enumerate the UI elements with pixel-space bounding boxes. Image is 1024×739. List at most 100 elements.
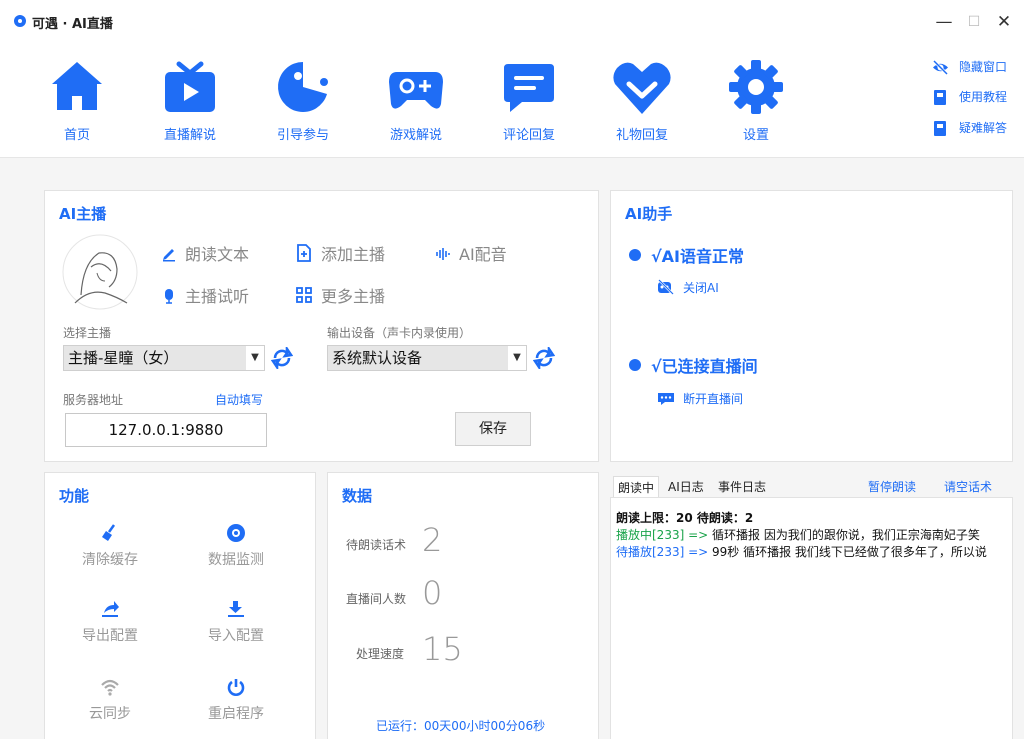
viewers-value: 0 [422, 574, 443, 612]
nav-home-label: 首页 [63, 128, 90, 143]
log-playing-text: 循环播报 因为我们的跟你说，我们正宗海南妃子笑 [712, 528, 980, 542]
robot-off-icon [658, 279, 674, 295]
nav-live-commentary-label: 直播解说 [163, 128, 216, 143]
maximize-button[interactable]: ☐ [962, 10, 986, 34]
nav-settings[interactable]: 设置 [711, 56, 801, 143]
comment-icon [504, 64, 554, 112]
ai-dub-label: AI配音 [459, 245, 507, 264]
title-bar: 可遇 · AI直播 — ☐ ✕ [0, 0, 1024, 44]
log-summary: 朗读上限：20 待朗读：2 [616, 511, 754, 525]
nav-gift-reply-label: 礼物回复 [615, 128, 668, 143]
output-device-value: 系统默认设备 [332, 349, 423, 367]
export-config-label: 导出配置 [82, 628, 138, 644]
refresh-device-icon[interactable] [533, 347, 555, 369]
home-icon [52, 62, 102, 110]
output-device-select[interactable]: 系统默认设备 ▼ [327, 345, 527, 371]
clear-cache-button[interactable]: 清除缓存 [65, 523, 155, 569]
nav-game-commentary[interactable]: 游戏解说 [371, 56, 461, 143]
restart-label: 重启程序 [208, 706, 264, 722]
nav-home[interactable]: 首页 [32, 56, 122, 143]
chevron-down-icon: ▼ [508, 346, 526, 370]
save-button[interactable]: 保存 [455, 412, 531, 446]
grid-icon [296, 287, 312, 303]
voice-status-dot [629, 249, 641, 261]
ai-assistant-panel: AI助手 √AI语音正常 关闭AI √已连接直播间 断开直播间 [610, 190, 1013, 462]
close-button[interactable]: ✕ [992, 10, 1016, 34]
pending-scripts-label: 待朗读话术 [346, 538, 407, 552]
preview-anchor-button[interactable]: 主播试听 [161, 283, 249, 307]
nav-gift-reply[interactable]: 礼物回复 [597, 56, 687, 143]
import-config-button[interactable]: 导入配置 [191, 599, 281, 645]
tutorial-label: 使用教程 [959, 90, 1008, 104]
cloud-sync-label: 云同步 [89, 706, 131, 722]
clear-cache-label: 清除缓存 [82, 552, 138, 568]
pencil-icon [163, 249, 175, 262]
log-pending-text: 99秒 循环播报 我们线下已经做了很多年了，所以说 [712, 545, 987, 559]
tutorial-link[interactable]: 使用教程 [932, 88, 1007, 106]
data-monitor-button[interactable]: 数据监测 [191, 523, 281, 569]
wifi-icon [101, 679, 119, 696]
close-ai-label: 关闭AI [683, 281, 719, 295]
eye-icon [227, 524, 245, 542]
tab-event-log[interactable]: 事件日志 [714, 476, 770, 498]
ai-dub-button[interactable]: AI配音 [435, 241, 507, 265]
voice-status-text: √AI语音正常 [651, 247, 745, 266]
add-anchor-label: 添加主播 [321, 245, 386, 264]
ai-assistant-title: AI助手 [625, 205, 673, 223]
read-text-label: 朗读文本 [185, 245, 250, 264]
chevron-down-icon: ▼ [246, 346, 264, 370]
output-device-label: 输出设备（声卡内录使用） [327, 326, 472, 340]
close-ai-button[interactable]: 关闭AI [657, 279, 719, 296]
more-anchors-button[interactable]: 更多主播 [295, 283, 385, 307]
gamepad-icon [389, 72, 443, 109]
eye-off-icon [932, 59, 949, 76]
pacman-icon [278, 62, 328, 112]
stats-panel: 数据 待朗读话术 2 直播间人数 0 处理速度 15 已运行：00天00小时00… [327, 472, 599, 739]
troubleshoot-link[interactable]: 疑难解答 [932, 119, 1007, 137]
disconnect-live-button[interactable]: 断开直播间 [657, 390, 743, 407]
anchor-avatar [62, 234, 138, 310]
nav-live-commentary[interactable]: 直播解说 [145, 56, 235, 143]
minimize-button[interactable]: — [932, 10, 956, 34]
hide-window-label: 隐藏窗口 [959, 60, 1008, 74]
tab-reading[interactable]: 朗读中 [613, 476, 660, 498]
audio-wave-icon [436, 248, 450, 260]
anchor-select[interactable]: 主播-星瞳（女） ▼ [63, 345, 265, 371]
export-icon [102, 601, 119, 617]
tab-ai-log[interactable]: AI日志 [664, 476, 708, 498]
preview-anchor-label: 主播试听 [185, 287, 250, 306]
window-title: 可遇 · AI直播 [32, 17, 113, 32]
broom-icon [102, 524, 116, 541]
auto-fill-link[interactable]: 自动填写 [215, 391, 263, 408]
book-icon [934, 90, 946, 105]
pause-reading-link[interactable]: 暂停朗读 [868, 478, 916, 495]
stats-title: 数据 [342, 487, 373, 505]
refresh-anchor-icon[interactable] [271, 347, 293, 369]
import-config-label: 导入配置 [208, 628, 264, 644]
live-status-dot [629, 359, 641, 371]
log-pending-line: 待播放[233] => 99秒 循环播报 我们线下已经做了很多年了，所以说 [616, 543, 1006, 560]
restart-button[interactable]: 重启程序 [191, 677, 281, 723]
read-text-button[interactable]: 朗读文本 [161, 241, 249, 265]
tv-play-icon [165, 61, 215, 112]
processing-speed-value: 15 [422, 630, 463, 668]
ai-anchor-panel: AI主播 朗读文本 添加主播 AI配音 主播试听 更多主播 选择主播 主播-星瞳… [44, 190, 599, 462]
log-playing-line: 播放中[233] => 循环播报 因为我们的跟你说，我们正宗海南妃子笑 [616, 526, 1006, 543]
nav-game-commentary-label: 游戏解说 [389, 128, 442, 143]
server-address-input[interactable]: 127.0.0.1:9880 [65, 413, 267, 447]
clear-scripts-link[interactable]: 请空话术 [944, 478, 992, 495]
data-monitor-label: 数据监测 [208, 552, 264, 568]
export-config-button[interactable]: 导出配置 [65, 599, 155, 645]
functions-panel: 功能 清除缓存 数据监测 导出配置 导入配置 云同步 重启程序 [44, 472, 316, 739]
disconnect-live-label: 断开直播间 [683, 392, 744, 406]
pending-scripts-value: 2 [422, 521, 443, 559]
cloud-sync-button[interactable]: 云同步 [65, 677, 155, 723]
app-logo-icon [14, 15, 26, 27]
functions-title: 功能 [59, 487, 90, 505]
nav-guide-participation[interactable]: 引导参与 [258, 56, 348, 143]
add-anchor-button[interactable]: 添加主播 [295, 241, 385, 265]
nav-comment-reply[interactable]: 评论回复 [484, 56, 574, 143]
hide-window-link[interactable]: 隐藏窗口 [932, 58, 1007, 76]
anchor-select-value: 主播-星瞳（女） [68, 349, 179, 367]
runtime-text: 已运行：00天00小时00分06秒 [376, 719, 546, 733]
